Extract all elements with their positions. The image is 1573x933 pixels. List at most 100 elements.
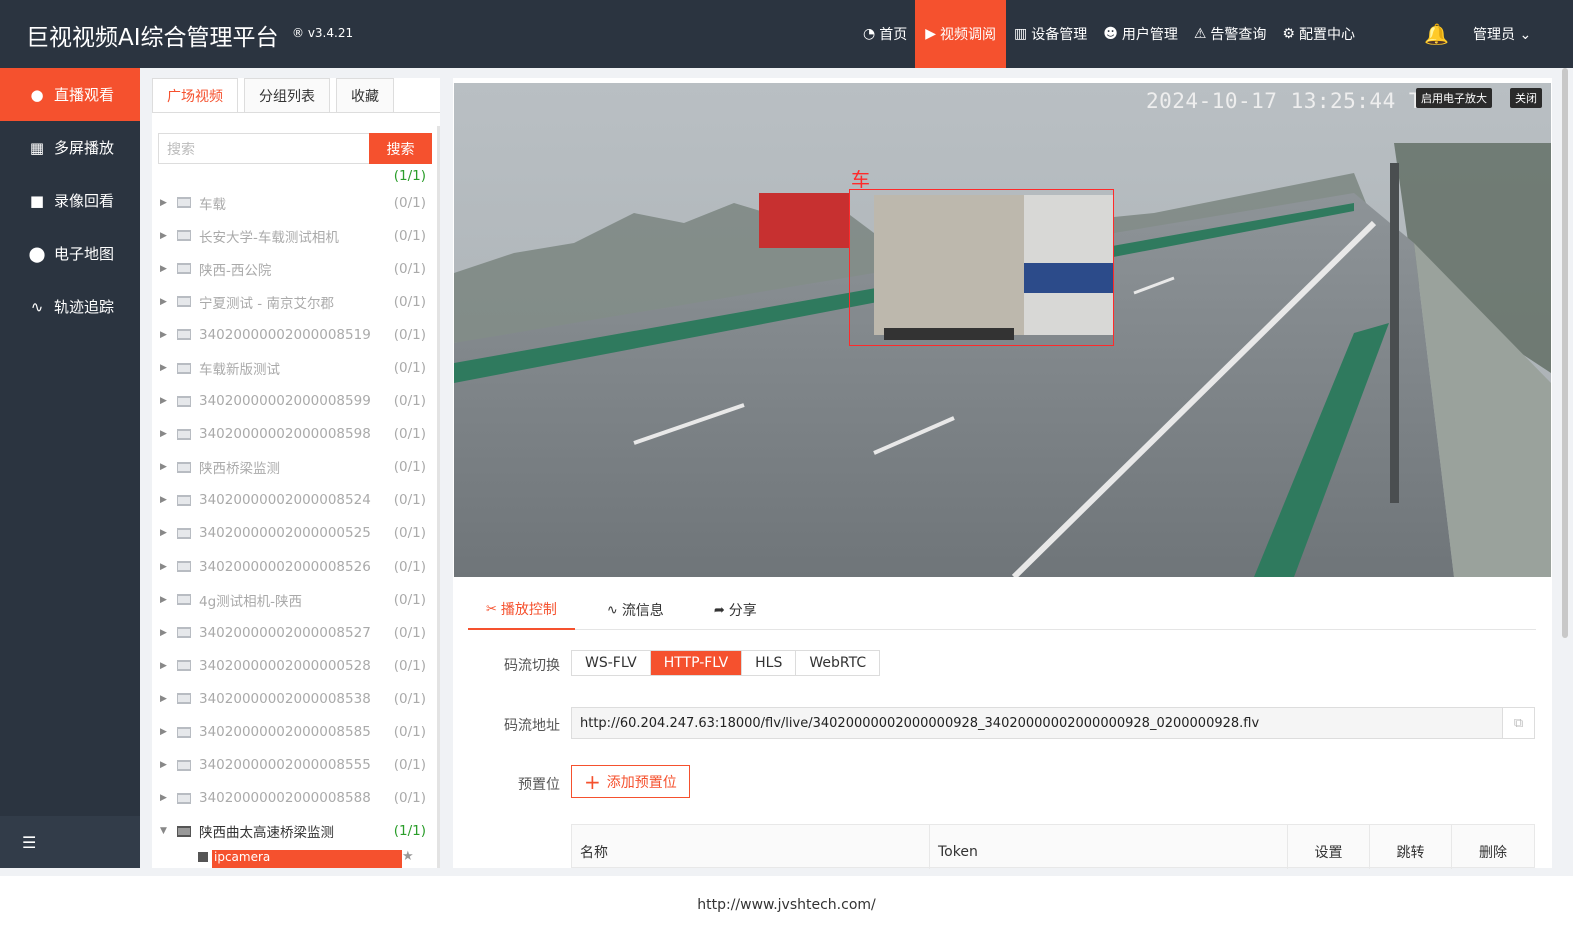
close-video-button[interactable]: 关闭 bbox=[1510, 88, 1542, 108]
caret-right-icon[interactable]: ▶ bbox=[160, 396, 167, 406]
node-name: 陕西曲太高速桥梁监测 bbox=[199, 825, 334, 842]
tree-node-open[interactable]: ▼ 陕西曲太高速桥梁监测 (1/1) bbox=[152, 815, 432, 848]
caret-right-icon[interactable]: ▶ bbox=[160, 297, 167, 307]
nav-alarms[interactable]: ⚠ 告警查询 bbox=[1186, 0, 1275, 68]
user-menu[interactable]: 管理员 ⌄ bbox=[1473, 24, 1531, 44]
sidebar-item-multiscreen[interactable]: ▦ 多屏播放 bbox=[0, 121, 140, 174]
tab-divider bbox=[152, 112, 440, 113]
nav-config[interactable]: ⚙ 配置中心 bbox=[1274, 0, 1363, 68]
search-input[interactable] bbox=[158, 133, 370, 164]
camera-name[interactable]: ipcamera bbox=[212, 849, 402, 868]
nav-home[interactable]: ◔ 首页 bbox=[855, 0, 915, 68]
tree-node[interactable]: ▶ 陕西桥梁监测 (0/1) bbox=[152, 451, 432, 484]
folder-icon bbox=[177, 263, 191, 275]
caret-right-icon[interactable]: ▶ bbox=[160, 363, 167, 373]
device-tree-panel: 广场视频 分组列表 收藏 搜索 (1/1) ▶ 车载 (0/1) ▶ 长安大学-车载测… bbox=[152, 78, 440, 868]
tree-node[interactable]: ▶ 34020000002000008585 (0/1) bbox=[152, 716, 432, 749]
tree-node[interactable]: ▶ 34020000002000008538 (0/1) bbox=[152, 682, 432, 715]
tree-node[interactable]: ▶ 34020000002000008598 (0/1) bbox=[152, 418, 432, 451]
caret-down-icon[interactable]: ▼ bbox=[160, 826, 167, 836]
tab-group-list[interactable]: 分组列表 bbox=[244, 78, 330, 112]
stream-option-webrtc[interactable]: WebRTC bbox=[796, 651, 880, 675]
tree-node[interactable]: ▶ 34020000002000008599 (0/1) bbox=[152, 385, 432, 418]
node-count: (1/1) bbox=[393, 823, 426, 840]
node-count: (0/1) bbox=[393, 393, 426, 410]
sidebar-item-map[interactable]: ⬤ 电子地图 bbox=[0, 227, 140, 280]
add-preset-button[interactable]: + 添加预置位 bbox=[571, 765, 690, 798]
sidebar-item-label: 轨迹追踪 bbox=[54, 298, 115, 316]
tree-node[interactable]: ▶ 车载 (0/1) bbox=[152, 186, 432, 219]
tab-square-video[interactable]: 广场视频 bbox=[152, 78, 238, 112]
tab-stream-info[interactable]: ∿ 流信息 bbox=[589, 590, 682, 630]
nav-users[interactable]: ☻ 用户管理 bbox=[1095, 0, 1186, 68]
stream-option-ws-flv[interactable]: WS-FLV bbox=[572, 651, 651, 675]
caret-right-icon[interactable]: ▶ bbox=[160, 562, 167, 572]
bell-icon[interactable]: 🔔 bbox=[1424, 22, 1449, 46]
node-count: (1/1) bbox=[393, 168, 426, 184]
stream-option-hls[interactable]: HLS bbox=[742, 651, 797, 675]
tree-node[interactable]: ▶ 陕西-西公院 (0/1) bbox=[152, 252, 432, 285]
collapse-menu-icon[interactable]: ☰ bbox=[0, 816, 140, 868]
digital-zoom-button[interactable]: 启用电子放大 bbox=[1416, 88, 1492, 108]
caret-right-icon[interactable]: ▶ bbox=[160, 760, 167, 770]
stream-option-http-flv[interactable]: HTTP-FLV bbox=[650, 651, 743, 675]
tree-node[interactable]: ▶ 4g测试相机-陕西 (0/1) bbox=[152, 583, 432, 616]
video-player[interactable]: 2024-10-17 13:25:44 Th 启用电子放大 关闭 车 bbox=[454, 83, 1551, 577]
caret-right-icon[interactable]: ▶ bbox=[160, 595, 167, 605]
caret-right-icon[interactable]: ▶ bbox=[160, 198, 167, 208]
tree-node[interactable]: ▶ 34020000002000008519 (0/1) bbox=[152, 318, 432, 351]
sidebar-item-live[interactable]: ● 直播观看 bbox=[0, 68, 140, 121]
column-header-delete: 删除 bbox=[1479, 845, 1507, 861]
caret-right-icon[interactable]: ▶ bbox=[160, 264, 167, 274]
folder-icon bbox=[177, 792, 191, 804]
folder-icon bbox=[177, 627, 191, 639]
search-button[interactable]: 搜索 bbox=[369, 133, 432, 164]
tree-node[interactable]: ▶ 34020000002000008527 (0/1) bbox=[152, 616, 432, 649]
copy-icon[interactable]: ⧉ bbox=[1502, 708, 1534, 738]
tree-node[interactable]: ▶ 34020000002000008588 (0/1) bbox=[152, 782, 432, 815]
tree-node[interactable]: ▶ 34020000002000008555 (0/1) bbox=[152, 749, 432, 782]
caret-right-icon[interactable]: ▶ bbox=[160, 793, 167, 803]
caret-right-icon[interactable]: ▶ bbox=[160, 727, 167, 737]
caret-right-icon[interactable]: ▶ bbox=[160, 694, 167, 704]
stream-url-field[interactable]: http://60.204.247.63:18000/flv/live/3402… bbox=[571, 707, 1535, 739]
tree-node[interactable]: (1/1) bbox=[152, 166, 432, 186]
page-scrollbar[interactable] bbox=[1562, 68, 1568, 638]
stream-switch-label: 码流切换 bbox=[504, 658, 560, 674]
pulse-icon: ∿ bbox=[606, 602, 618, 618]
tree-node[interactable]: ▶ 宁夏测试 - 南京艾尔郡 (0/1) bbox=[152, 285, 432, 318]
caret-right-icon[interactable]: ▶ bbox=[160, 495, 167, 505]
caret-right-icon[interactable]: ▶ bbox=[160, 661, 167, 671]
tab-share[interactable]: ➦ 分享 bbox=[696, 590, 775, 630]
nav-devices[interactable]: ▥ 设备管理 bbox=[1006, 0, 1095, 68]
caret-right-icon[interactable]: ▶ bbox=[160, 330, 167, 340]
top-header: 巨视视频AI综合管理平台 ® v3.4.21 ◔ 首页 ▶ 视频调阅 ▥ 设备管理 ☻… bbox=[0, 0, 1573, 68]
caret-right-icon[interactable]: ▶ bbox=[160, 462, 167, 472]
caret-right-icon[interactable]: ▶ bbox=[160, 429, 167, 439]
tab-label: 分享 bbox=[728, 603, 757, 619]
brand-title: 巨视视频AI综合管理平台 bbox=[26, 25, 279, 51]
star-icon[interactable]: ★ bbox=[402, 849, 414, 864]
sidebar-item-label: 录像回看 bbox=[54, 192, 115, 210]
tree-scrollbar[interactable] bbox=[437, 126, 440, 868]
caret-right-icon[interactable]: ▶ bbox=[160, 628, 167, 638]
tree-node[interactable]: ▶ 34020000002000000528 (0/1) bbox=[152, 649, 432, 682]
folder-icon bbox=[177, 693, 191, 705]
nav-video[interactable]: ▶ 视频调阅 bbox=[915, 0, 1006, 68]
user-icon: ☻ bbox=[1103, 26, 1118, 42]
camera-item[interactable]: ipcamera ★ bbox=[152, 848, 432, 868]
tree-node[interactable]: ▶ 34020000002000008524 (0/1) bbox=[152, 484, 432, 517]
tab-favorites[interactable]: 收藏 bbox=[336, 78, 394, 112]
tree-node[interactable]: ▶ 长安大学-车载测试相机 (0/1) bbox=[152, 219, 432, 252]
tree-node[interactable]: ▶ 34020000002000000525 (0/1) bbox=[152, 517, 432, 550]
caret-right-icon[interactable]: ▶ bbox=[160, 231, 167, 241]
tab-playback-control[interactable]: ✂ 播放控制 bbox=[468, 590, 575, 630]
caret-right-icon[interactable]: ▶ bbox=[160, 528, 167, 538]
node-count: (0/1) bbox=[393, 426, 426, 443]
tree-node[interactable]: ▶ 车载新版测试 (0/1) bbox=[152, 351, 432, 384]
tree-node[interactable]: ▶ 34020000002000008526 (0/1) bbox=[152, 550, 432, 583]
sidebar-item-playback[interactable]: ■ 录像回看 bbox=[0, 174, 140, 227]
footer-link[interactable]: http://www.jvshtech.com/ bbox=[697, 897, 876, 913]
node-count: (0/1) bbox=[393, 591, 426, 608]
sidebar-item-track[interactable]: ∿ 轨迹追踪 bbox=[0, 280, 140, 333]
